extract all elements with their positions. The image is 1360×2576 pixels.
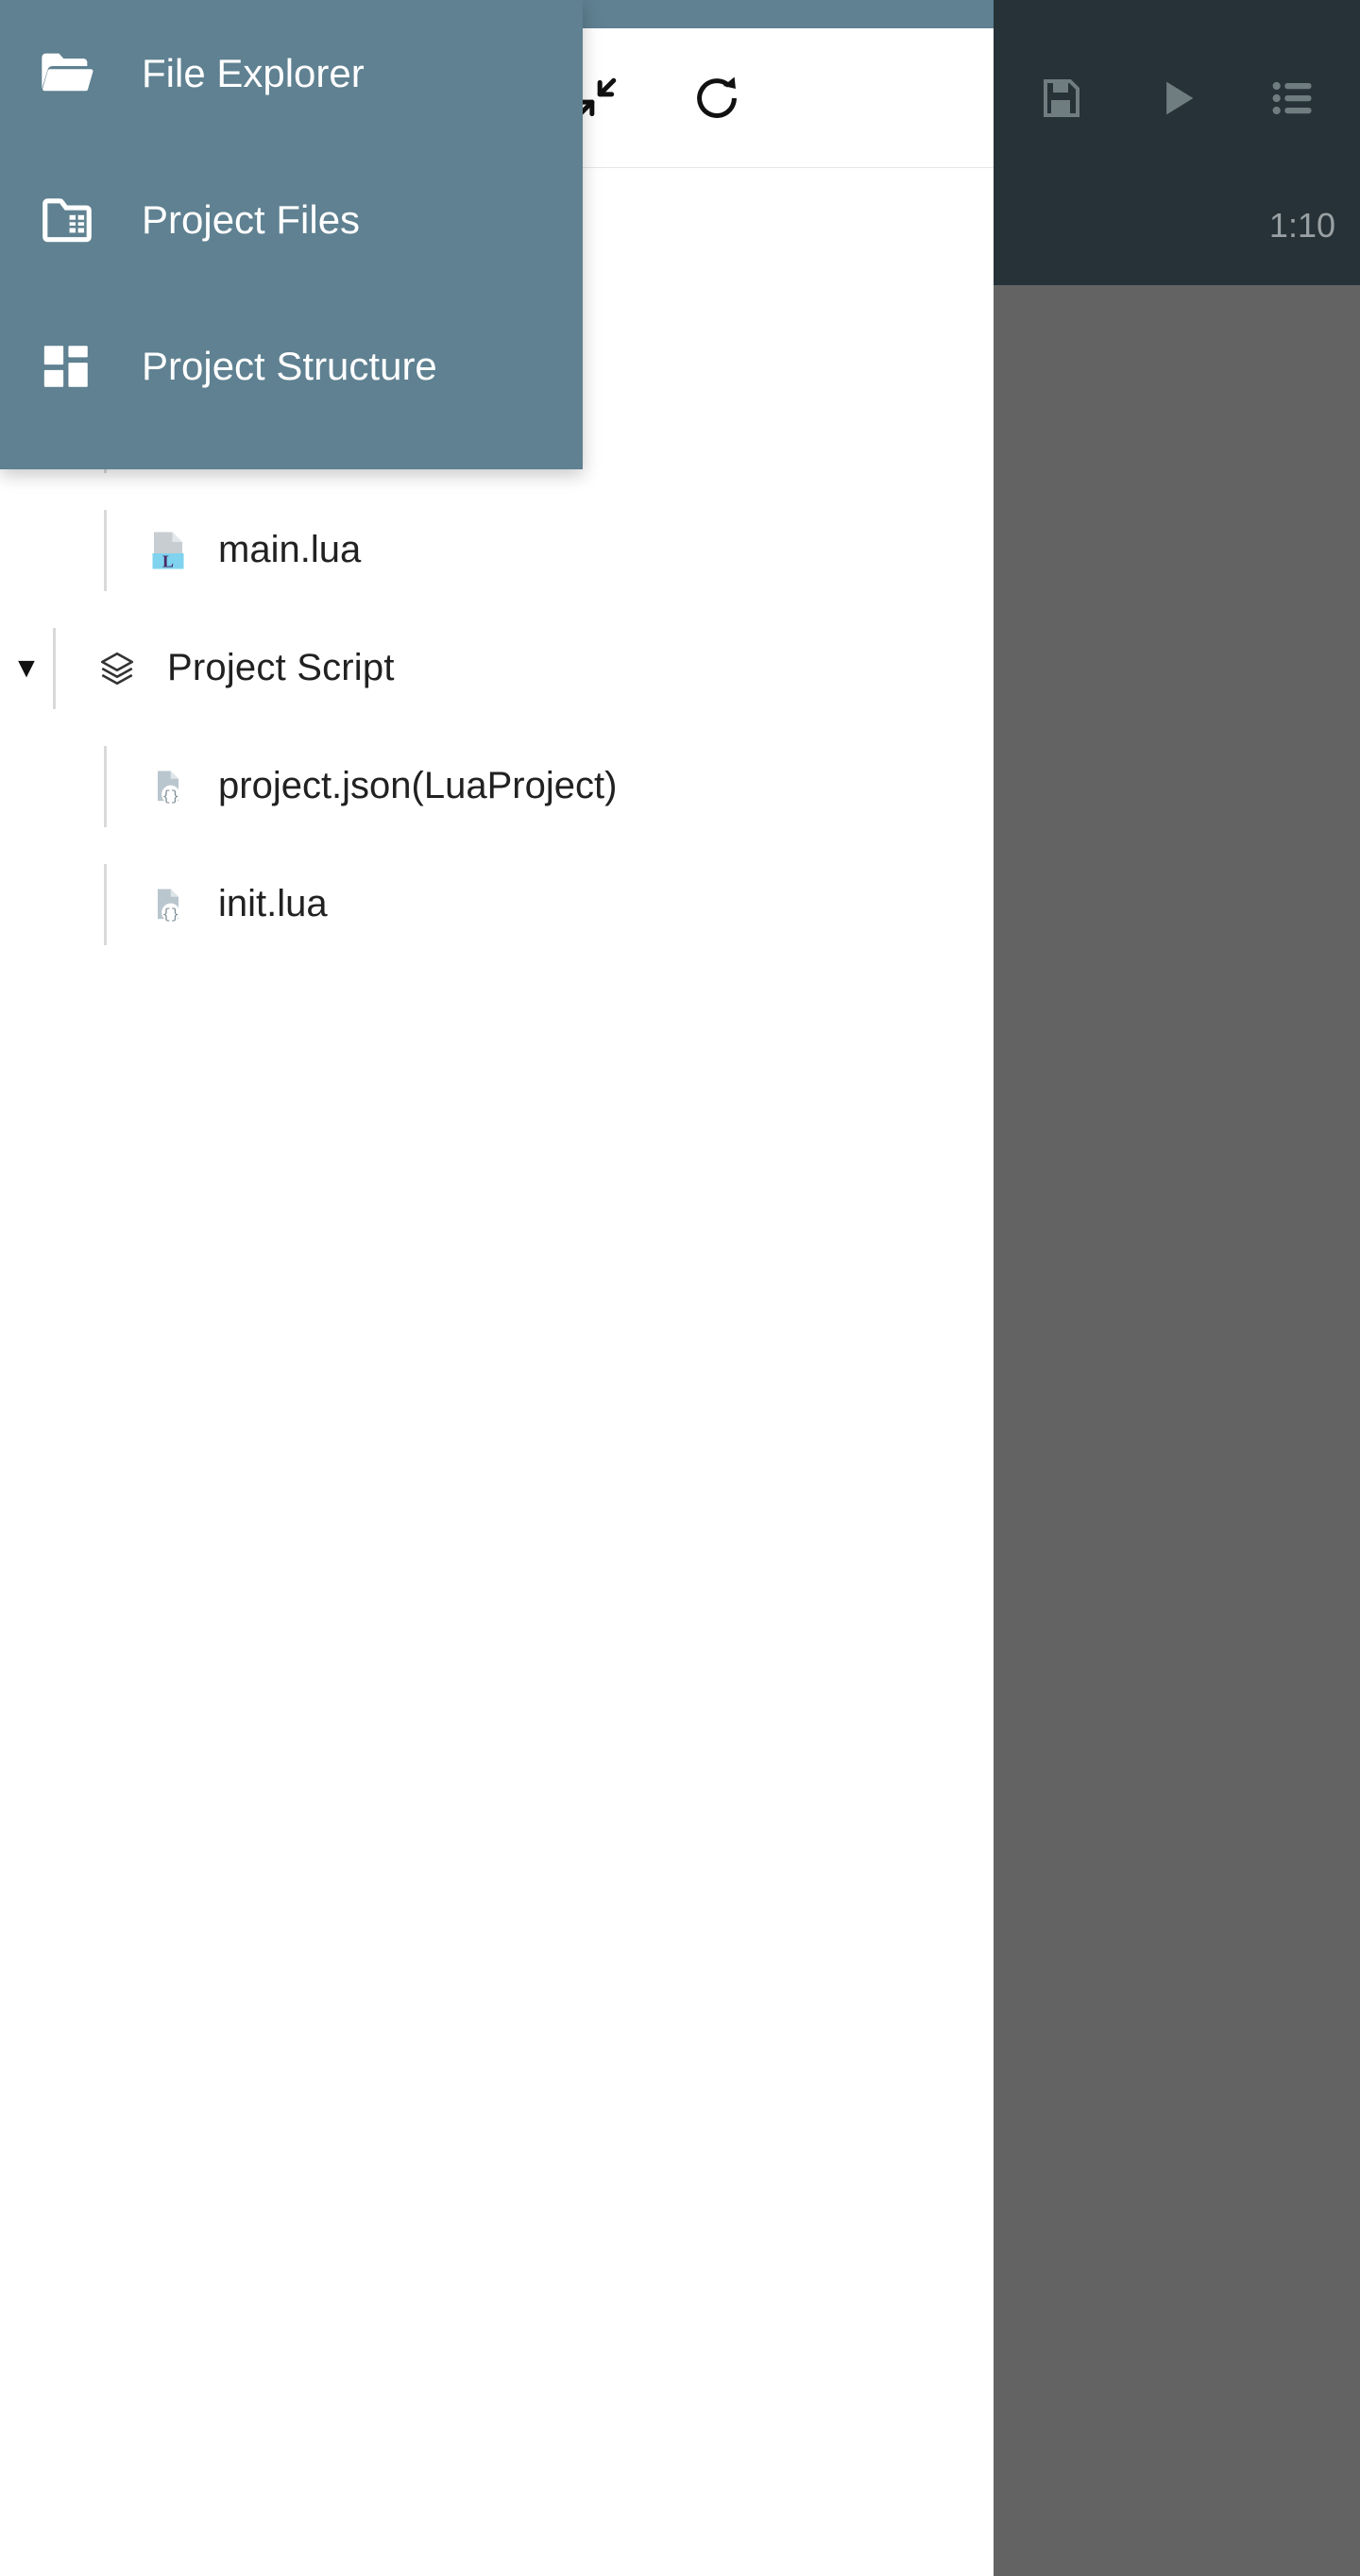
tree-guide-line [104, 509, 107, 591]
menu-item-project-files[interactable]: Project Files [0, 146, 583, 293]
menu-item-label: Project Structure [142, 343, 437, 388]
tree-row-label: main.lua [218, 529, 362, 570]
chevron-down-icon[interactable]: ▼ [0, 652, 53, 685]
dashboard-layout-icon [32, 331, 102, 401]
tree-guide-line [53, 627, 56, 709]
layers-icon [88, 639, 146, 698]
save-icon[interactable] [1031, 69, 1090, 127]
timestamp: 1:10 [1268, 206, 1335, 245]
list-icon[interactable] [1264, 69, 1322, 127]
refresh-icon[interactable] [688, 69, 746, 127]
tree-row-project-script[interactable]: ▼ Project Script [0, 609, 994, 727]
menu-item-project-structure[interactable]: Project Structure [0, 293, 583, 439]
svg-text:{}: {} [162, 906, 179, 923]
svg-text:L: L [162, 551, 174, 570]
folder-table-icon [32, 185, 102, 255]
menu-item-file-explorer[interactable]: File Explorer [0, 0, 583, 146]
menu-item-label: Project Files [142, 196, 361, 242]
tree-row-label: Project Script [167, 647, 395, 688]
app-root: noProject) L init.lua [0, 0, 1360, 2576]
menu-item-label: File Explorer [142, 50, 365, 95]
tree-guide-line [104, 745, 107, 827]
folder-open-icon [32, 39, 102, 109]
editor-toolbar: 1:10 [994, 0, 1360, 285]
tree-row[interactable]: {} init.lua [0, 845, 994, 963]
view-selector-menu: File Explorer Project Files Project Stru… [0, 0, 583, 469]
tree-guide-line [104, 863, 107, 945]
tree-row-label: init.lua [218, 883, 328, 924]
json-file-icon: {} [139, 875, 197, 934]
svg-text:{}: {} [162, 788, 179, 805]
run-icon[interactable] [1148, 69, 1206, 127]
tree-row[interactable]: L main.lua [0, 491, 994, 609]
tree-row-label: project.json(LuaProject) [218, 765, 618, 806]
lua-file-icon: L [139, 521, 197, 580]
tree-row[interactable]: {} project.json(LuaProject) [0, 727, 994, 845]
explorer-toolbar-icons [567, 28, 746, 168]
editor-side-panel: 1:10 [994, 0, 1360, 2576]
json-file-icon: {} [139, 757, 197, 816]
editor-toolbar-icons [994, 28, 1360, 168]
